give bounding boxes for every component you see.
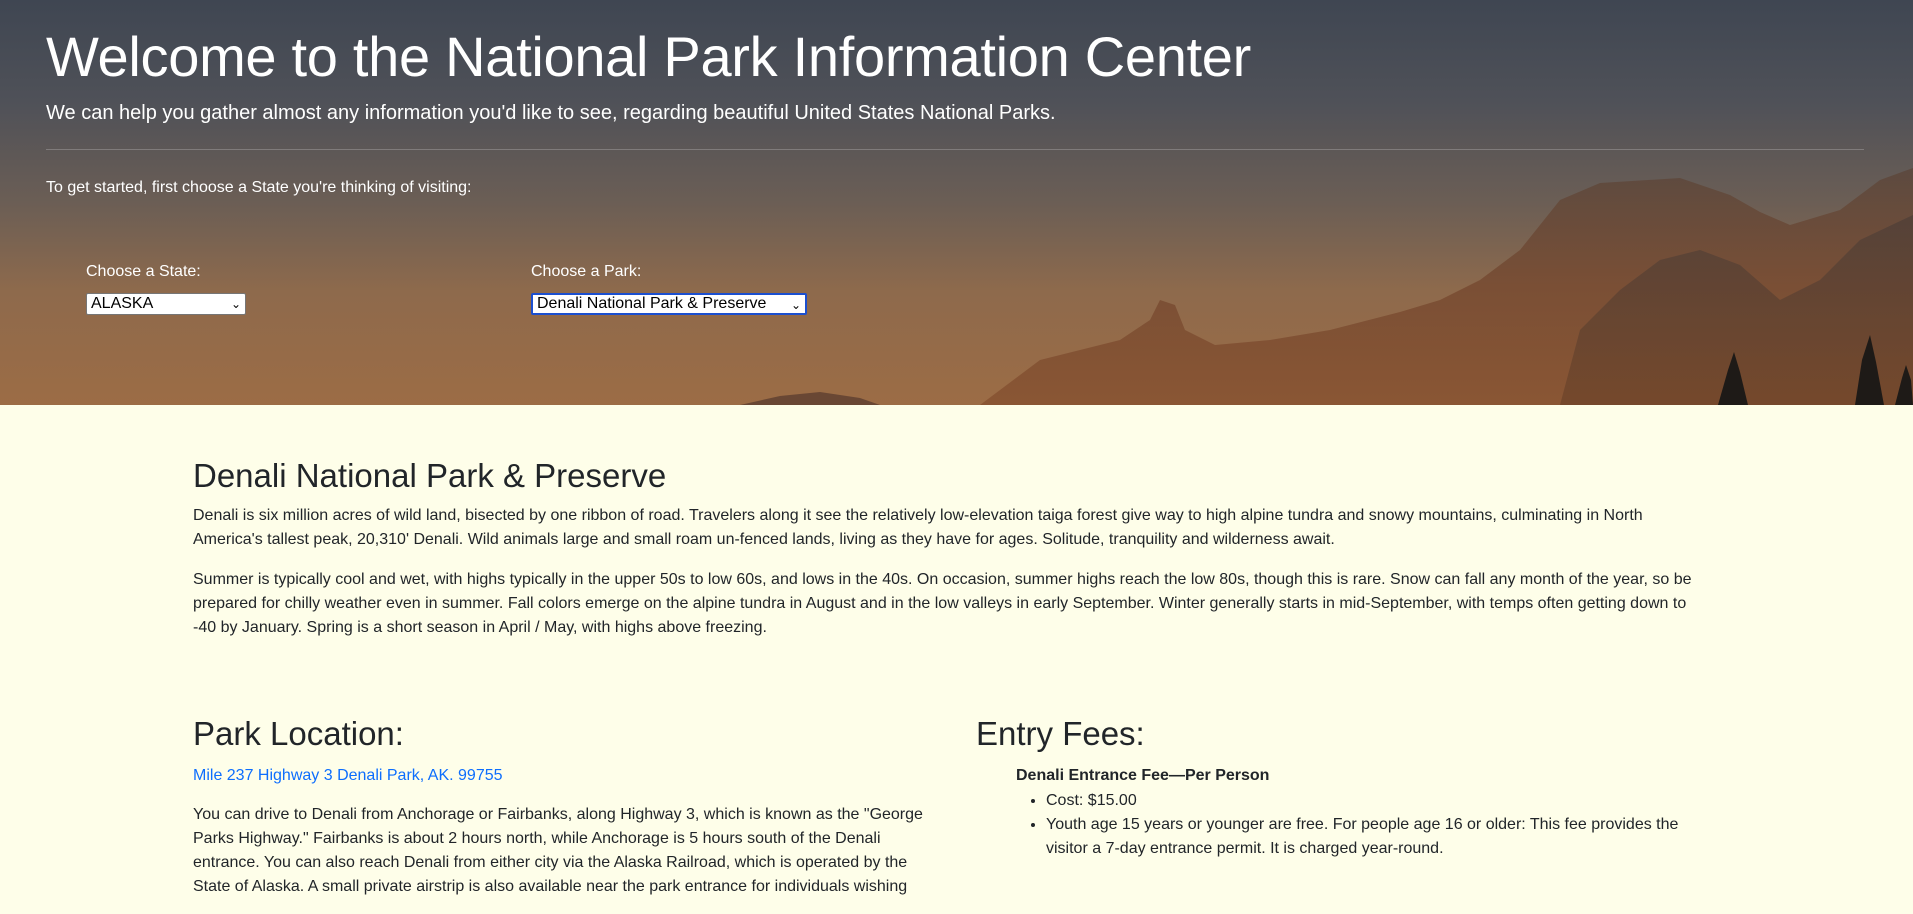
park-select[interactable]: Denali National Park & Preserve ⌄	[531, 293, 807, 315]
fee-cost: Cost: $15.00	[1046, 789, 1705, 813]
fee-description-text: Youth age 15 years or younger are free. …	[1046, 816, 1679, 857]
chevron-down-icon: ⌄	[790, 298, 801, 312]
fee-title: Denali Entrance Fee—Per Person	[1016, 767, 1270, 784]
address-link[interactable]: Mile 237 Highway 3 Denali Park, AK. 9975…	[193, 765, 939, 787]
fee-item: Denali Entrance Fee—Per Person Cost: $15…	[976, 765, 1705, 861]
intro-text: To get started, first choose a State you…	[46, 179, 472, 196]
fees-heading: Entry Fees:	[976, 715, 1145, 752]
hero-banner: Welcome to the National Park Information…	[0, 0, 1913, 405]
fee-description: Youth age 15 years or younger are free. …	[1046, 813, 1705, 861]
chevron-down-icon: ⌄	[230, 297, 241, 311]
state-select[interactable]: ALASKA ⌄	[86, 293, 246, 315]
location-heading: Park Location:	[193, 715, 404, 752]
fee-details-list: Cost: $15.00 Youth age 15 years or young…	[1016, 789, 1705, 861]
state-label: Choose a State:	[86, 263, 201, 280]
location-section: Park Location: Mile 237 Highway 3 Denali…	[193, 714, 939, 899]
park-select-value: Denali National Park & Preserve	[537, 295, 767, 312]
park-chooser: Choose a Park: Denali National Park & Pr…	[531, 262, 807, 315]
park-description: Denali is six million acres of wild land…	[193, 504, 1705, 640]
park-label: Choose a Park:	[531, 263, 642, 280]
directions-text: You can drive to Denali from Anchorage o…	[193, 806, 923, 895]
state-chooser: Choose a State: ALASKA ⌄	[86, 262, 246, 315]
weather-paragraph: Summer is typically cool and wet, with h…	[193, 571, 1692, 636]
park-details: Denali National Park & Preserve Denali i…	[193, 405, 1705, 914]
fee-cost-text: Cost: $15.00	[1046, 792, 1137, 809]
description-paragraph: Denali is six million acres of wild land…	[193, 507, 1643, 548]
fees-section: Entry Fees: Denali Entrance Fee—Per Pers…	[976, 714, 1705, 861]
page-title: Welcome to the National Park Information…	[46, 25, 1251, 88]
state-select-value: ALASKA	[91, 295, 154, 312]
divider	[46, 149, 1864, 150]
page-subtitle: We can help you gather almost any inform…	[46, 102, 1056, 124]
info-columns: Park Location: Mile 237 Highway 3 Denali…	[193, 714, 1705, 914]
park-name-heading: Denali National Park & Preserve	[193, 457, 667, 494]
